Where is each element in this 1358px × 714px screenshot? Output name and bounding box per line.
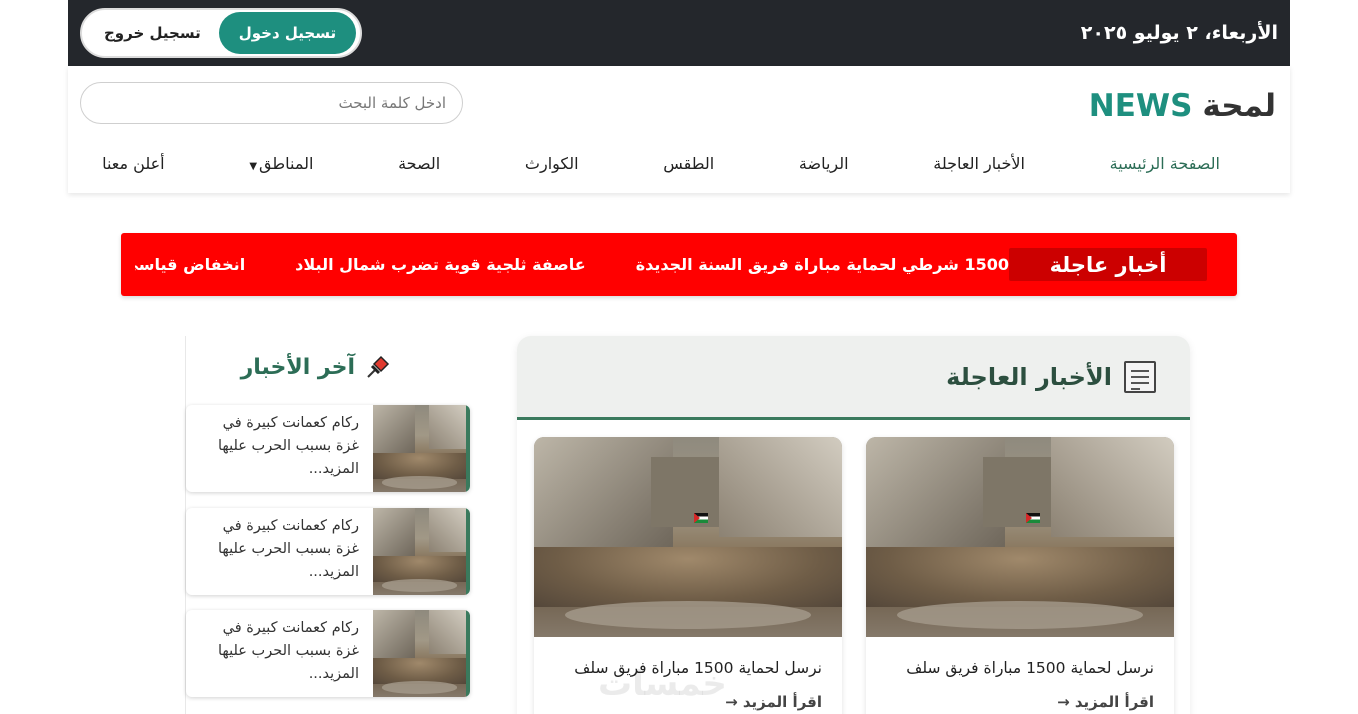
logo-brand: NEWS [1088, 88, 1193, 124]
read-more-link[interactable]: اقرأ المزيد → [725, 693, 822, 711]
section-title: الأخبار العاجلة [946, 362, 1112, 391]
news-card-image [534, 437, 842, 637]
news-card-title[interactable]: نرسل لحماية 1500 مباراة فريق سلف [906, 659, 1154, 677]
read-more-link[interactable]: اقرأ المزيد → [1057, 693, 1154, 711]
newspaper-icon [1124, 360, 1156, 393]
sidebar-news-thumb [373, 610, 470, 697]
nav-item-breaking[interactable]: الأخبار العاجلة [933, 154, 1025, 173]
site-header: لمحة NEWS الصفحة الرئيسية الأخبار العاجل… [68, 66, 1290, 193]
sidebar-news-text[interactable]: ركام كعمانت كبيرة في غزة بسبب الحرب عليه… [199, 412, 359, 481]
nav-item-disasters[interactable]: الكوارث [525, 154, 579, 173]
sidebar-title: آخر الأخبار [241, 354, 391, 380]
sidebar-title-text: آخر الأخبار [240, 354, 355, 380]
login-button[interactable]: تسجيل دخول [218, 12, 357, 54]
page-container: الأربعاء، ٢ يوليو ٢٠٢٥ تسجيل دخول تسجيل … [68, 0, 1290, 193]
ticker-track: 1500 شرطي لحماية مباراة فريق السنة الجدي… [135, 233, 1009, 296]
pushpin-icon [367, 355, 390, 378]
nav-item-advertise[interactable]: أعلن معنا [102, 154, 165, 173]
top-bar: الأربعاء، ٢ يوليو ٢٠٢٥ تسجيل دخول تسجيل … [68, 0, 1290, 66]
logout-button[interactable]: تسجيل خروج [86, 12, 219, 54]
section-header: الأخبار العاجلة [517, 336, 1190, 420]
sidebar-news-thumb [373, 405, 470, 492]
ticker-item[interactable]: عاصفة ثلجية قوية تضرب شمال البلاد [295, 255, 586, 274]
chevron-down-icon: ▼ [249, 161, 258, 172]
sidebar-news-thumb [373, 508, 470, 595]
nav-item-regions-label: المناطق [259, 154, 314, 173]
watermark: خمسات [598, 664, 727, 704]
latest-news-sidebar: آخر الأخبار ركام كعمانت كبيرة في غزة بسب… [185, 336, 485, 714]
current-date: الأربعاء، ٢ يوليو ٢٠٢٥ [1080, 22, 1278, 44]
nav-item-regions[interactable]: المناطق▼ [249, 154, 313, 173]
breaking-news-section: الأخبار العاجلة نرسل لحماية 1500 مباراة … [517, 336, 1190, 714]
nav-item-sports[interactable]: الرياضة [799, 154, 849, 173]
ticker-item[interactable]: انخفاض قياسي في درجات [135, 255, 245, 274]
sidebar-news-text[interactable]: ركام كعمانت كبيرة في غزة بسبب الحرب عليه… [199, 515, 359, 584]
nav-item-weather[interactable]: الطقس [663, 154, 714, 173]
breaking-ticker: أخبار عاجلة 1500 شرطي لحماية مباراة فريق… [121, 233, 1237, 296]
logo-word: لمحة [1202, 88, 1276, 124]
sidebar-news-item[interactable]: ركام كعمانت كبيرة في غزة بسبب الحرب عليه… [186, 610, 470, 697]
nav-item-home[interactable]: الصفحة الرئيسية [1110, 154, 1220, 173]
search-input[interactable] [80, 82, 463, 124]
sidebar-news-item[interactable]: ركام كعمانت كبيرة في غزة بسبب الحرب عليه… [186, 405, 470, 492]
news-card-image [866, 437, 1174, 637]
sidebar-news-item[interactable]: ركام كعمانت كبيرة في غزة بسبب الحرب عليه… [186, 508, 470, 595]
nav-item-health[interactable]: الصحة [398, 154, 440, 173]
ticker-label: أخبار عاجلة [1009, 248, 1207, 281]
site-logo[interactable]: لمحة NEWS [1089, 88, 1276, 124]
sidebar-news-text[interactable]: ركام كعمانت كبيرة في غزة بسبب الحرب عليه… [199, 617, 359, 686]
news-card[interactable]: نرسل لحماية 1500 مباراة فريق سلف اقرأ ال… [866, 437, 1174, 714]
auth-toggle: تسجيل دخول تسجيل خروج [80, 8, 363, 58]
main-nav: الصفحة الرئيسية الأخبار العاجلة الرياضة … [88, 154, 1220, 173]
ticker-item[interactable]: 1500 شرطي لحماية مباراة فريق السنة الجدي… [636, 255, 1009, 274]
